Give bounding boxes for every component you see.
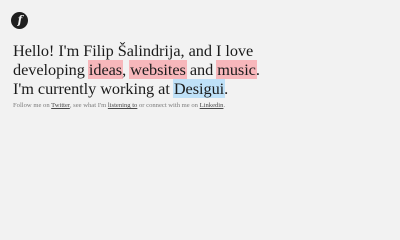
logo-icon: f [17,13,23,27]
headline-period-2: . [224,79,229,98]
linkedin-link[interactable]: Linkedin [200,102,224,109]
footer-text-3: or connect with me on [137,102,200,109]
headline-line-3-prefix: I'm currently working at [13,79,174,98]
highlight-music[interactable]: music [216,60,257,79]
footer-text-1: Follow me on [13,102,52,109]
headline-period: . [255,60,260,79]
footer-text-2: , see what I'm [69,102,108,109]
intro-headline: Hello! I'm Filip Šalindrija, and I love … [13,41,393,98]
twitter-link[interactable]: Twitter [51,102,70,109]
footer-text-4: . [223,102,226,109]
headline-line-1: Hello! I'm Filip Šalindrija, and I love [13,41,254,60]
social-footer: Follow me on Twitter, see what I'm liste… [13,101,393,110]
headline-and: and [185,60,218,79]
headline-prefix: developing [13,60,89,79]
highlight-ideas[interactable]: ideas [87,60,124,79]
highlight-websites[interactable]: websites [129,60,187,79]
listening-link[interactable]: listening to [108,102,138,109]
logo[interactable]: f [11,12,28,29]
company-link[interactable]: Desigui [172,79,226,98]
